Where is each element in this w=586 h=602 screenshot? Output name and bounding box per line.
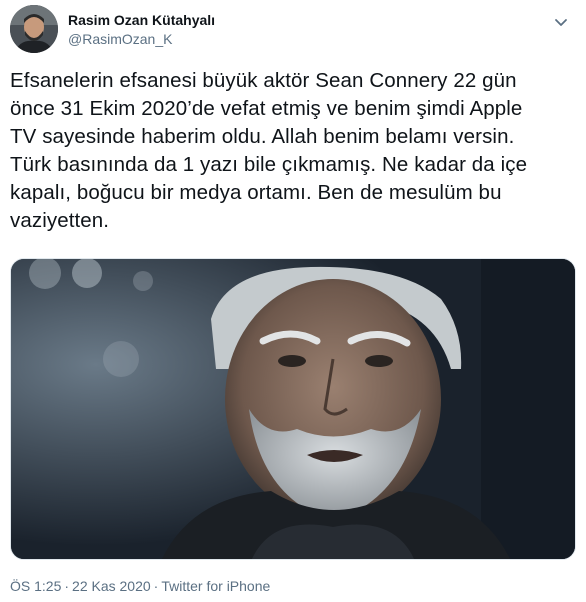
author-handle[interactable]: @RasimOzan_K (68, 31, 172, 47)
tweet-date[interactable]: 22 Kas 2020 (72, 578, 151, 594)
author-name[interactable]: Rasim Ozan Kütahyalı (68, 12, 215, 28)
tweet-time[interactable]: ÖS 1:25 (10, 578, 61, 594)
meta-separator: · (153, 578, 159, 594)
avatar-image (10, 5, 58, 53)
tweet-meta: ÖS 1:25 · 22 Kas 2020 · Twitter for iPhone (10, 578, 270, 594)
tweet-source[interactable]: Twitter for iPhone (161, 578, 270, 594)
tweet-text: Efsanelerin efsanesi büyük aktör Sean Co… (10, 69, 528, 232)
tweet-header: Rasim Ozan Kütahyalı @RasimOzan_K (10, 5, 576, 55)
tweet-photo[interactable] (10, 258, 576, 560)
chevron-down-icon[interactable] (552, 13, 570, 31)
avatar[interactable] (10, 5, 58, 53)
tweet-photo-image (11, 259, 575, 559)
meta-separator: · (64, 578, 70, 594)
tweet-card: Rasim Ozan Kütahyalı @RasimOzan_K Efsane… (0, 0, 586, 602)
